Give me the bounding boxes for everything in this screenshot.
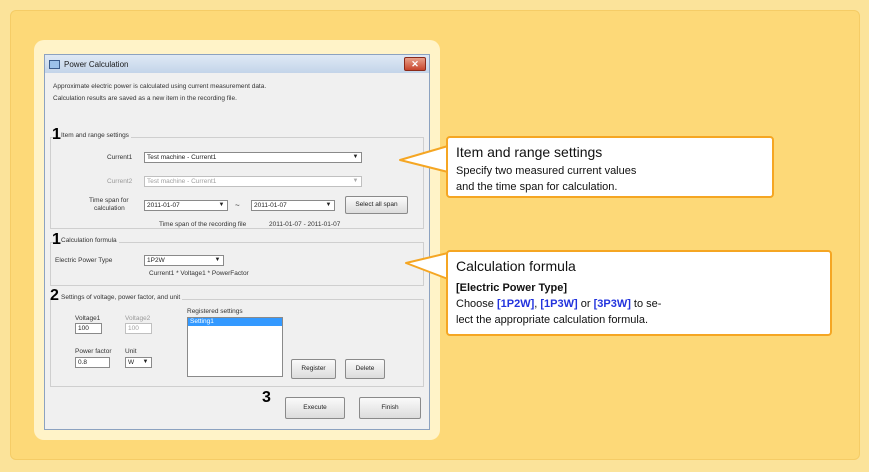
callout2-line2: lect the appropriate calculation formula… [456, 314, 648, 326]
callout-pointers [399, 145, 449, 280]
calculation-formula-callout: Calculation formula [Electric Power Type… [446, 250, 832, 336]
callout1-line2: and the time span for calculation. [456, 181, 618, 193]
callout1-title: Item and range settings [456, 144, 603, 160]
callout2-title: Calculation formula [456, 258, 576, 274]
callout2-subtitle: [Electric Power Type] [456, 282, 568, 294]
item-range-callout: Item and range settings Specify two meas… [446, 136, 774, 198]
callout2-line1: Choose [1P2W], [1P3W] or [3P3W] to se- [456, 298, 662, 310]
callout1-line1: Specify two measured current values [456, 165, 637, 177]
